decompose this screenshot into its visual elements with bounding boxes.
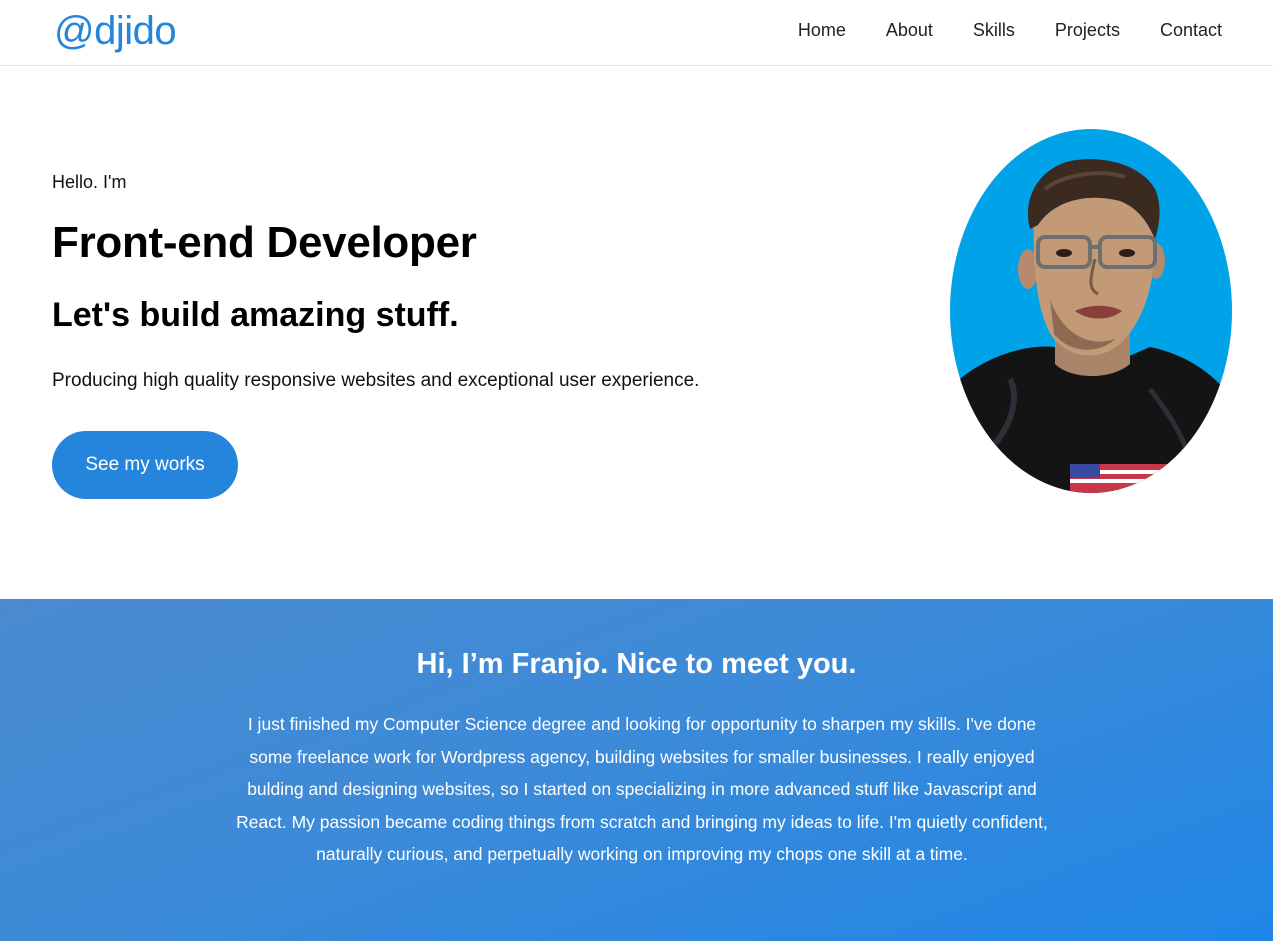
nav-link-projects[interactable]: Projects (1055, 19, 1120, 41)
nav-link-contact[interactable]: Contact (1160, 19, 1222, 41)
about-text: I just finished my Computer Science degr… (236, 714, 1048, 864)
nav-links: Home About Skills Projects Contact (798, 19, 1222, 41)
hero-subtitle: Let's build amazing stuff. (52, 296, 459, 334)
about-title: Hi, I’m Franjo. Nice to meet you. (416, 648, 857, 680)
hero-greeting: Hello. I'm (52, 172, 127, 192)
see-my-works-button[interactable]: See my works (52, 431, 238, 499)
nav-link-home[interactable]: Home (798, 19, 846, 41)
avatar (950, 129, 1232, 493)
about-section: Hi, I’m Franjo. Nice to meet you. I just… (0, 599, 1273, 941)
nav-link-skills[interactable]: Skills (973, 19, 1015, 41)
logo-link[interactable]: @djido (54, 8, 177, 54)
navbar: @djido Home About Skills Projects Contac… (0, 0, 1273, 66)
nav-link-about[interactable]: About (886, 19, 933, 41)
hero-section: Hello. I'm Front-end Developer Let's bui… (0, 66, 1273, 599)
hero-title: Front-end Developer (52, 218, 477, 267)
hero-description: Producing high quality responsive websit… (52, 370, 700, 391)
